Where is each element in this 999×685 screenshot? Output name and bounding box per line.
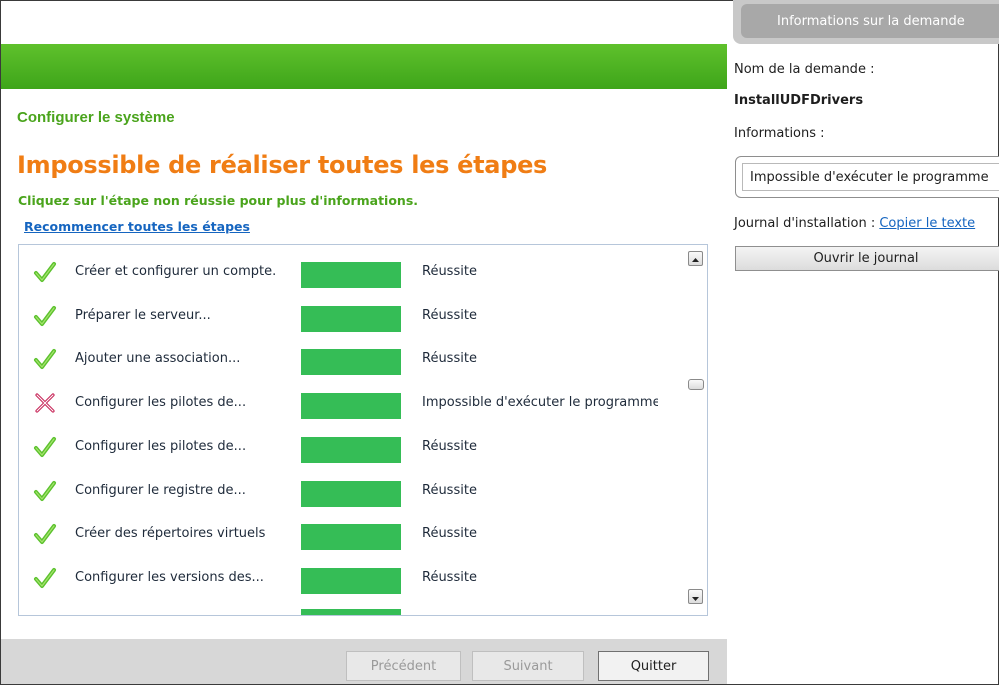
steps-list[interactable]: Créer et configurer un compte. Réussite Pr… — [18, 244, 708, 616]
step-status: Réussite — [422, 482, 477, 498]
step-status: Réussite — [422, 307, 477, 323]
success-check-icon — [33, 522, 57, 546]
step-name: Configurer les pilotes de... — [75, 395, 247, 411]
step-row[interactable]: Ajouter une association... Réussite — [19, 337, 683, 381]
error-heading: Impossible de réaliser toutes les étapes — [17, 151, 548, 179]
previous-button[interactable]: Précédent — [346, 651, 461, 681]
step-row[interactable]: Préparer le serveur... Réussite — [19, 294, 683, 338]
arrow-up-icon — [692, 258, 699, 262]
step-status: Réussite — [422, 569, 477, 585]
step-progress-bar — [301, 393, 401, 420]
step-status: Réussite — [422, 351, 477, 367]
step-row[interactable]: Créer et configurer un compte. Réussite — [19, 250, 683, 294]
info-field[interactable]: Impossible d'exécuter le programme — [735, 156, 999, 198]
install-log-label: Journal d'installation : — [734, 216, 876, 231]
vertical-scrollbar[interactable] — [685, 245, 707, 615]
step-progress-bar — [301, 349, 401, 376]
step-progress-bar — [301, 524, 401, 551]
scroll-thumb[interactable] — [688, 379, 704, 390]
step-name: Configurer les versions des... — [75, 569, 264, 585]
step-name: Créer et configurer un compte. — [75, 264, 277, 279]
copy-text-link[interactable]: Copier le texte — [879, 216, 975, 231]
step-row[interactable]: Configurer le registre de... Réussite — [19, 469, 683, 513]
step-progress-bar — [301, 262, 401, 288]
success-check-icon — [33, 435, 57, 459]
quit-button[interactable]: Quitter — [598, 651, 709, 681]
step-status: Réussite — [422, 264, 477, 279]
success-check-icon — [33, 260, 57, 284]
step-row[interactable]: Configurer les pilotes de... Réussite — [19, 425, 683, 469]
failure-x-icon — [33, 391, 57, 415]
step-name: Configurer le registre de... — [75, 482, 246, 498]
step-progress-bar — [301, 609, 401, 615]
info-label: Informations : — [734, 126, 825, 141]
instruction-text: Cliquez sur l'étape non réussie pour plu… — [18, 193, 419, 208]
step-progress-bar — [301, 436, 401, 463]
success-check-icon — [33, 304, 57, 328]
step-status: Réussite — [422, 526, 477, 542]
step-status: Impossible d'exécuter le programme — [422, 395, 658, 411]
step-progress-bar — [301, 480, 401, 507]
success-check-icon — [33, 347, 57, 371]
success-check-icon — [33, 566, 57, 590]
section-title: Configurer le système — [17, 109, 175, 126]
restart-all-steps-link[interactable]: Recommencer toutes les étapes — [18, 219, 256, 234]
install-log-row: Journal d'installation : Copier le texte — [734, 216, 975, 231]
step-progress-bar — [301, 305, 401, 332]
step-status: Réussite — [422, 438, 477, 454]
step-row[interactable]: Configurer les pilotes de... Impossible d… — [19, 381, 683, 425]
arrow-down-icon — [692, 597, 699, 601]
request-name-value: InstallUDFDrivers — [734, 93, 864, 108]
header-banner — [1, 44, 727, 89]
info-value: Impossible d'exécuter le programme — [742, 163, 999, 191]
partial-step-row — [19, 597, 683, 615]
step-name: Ajouter une association... — [75, 351, 241, 367]
step-name: Préparer le serveur... — [75, 307, 211, 323]
scroll-up-button[interactable] — [688, 251, 703, 266]
success-check-icon — [33, 479, 57, 503]
step-progress-bar — [301, 567, 401, 594]
scroll-down-button[interactable] — [688, 589, 703, 604]
tab-request-info[interactable]: Informations sur la demande — [741, 4, 999, 38]
step-name: Créer des répertoires virtuels — [75, 526, 266, 542]
open-log-button[interactable]: Ouvrir le journal — [735, 246, 999, 271]
step-row[interactable]: Créer des répertoires virtuels Réussite — [19, 512, 683, 556]
step-row[interactable]: Configurer les versions des... Réussite — [19, 556, 683, 600]
step-name: Configurer les pilotes de... — [75, 438, 247, 454]
request-name-label: Nom de la demande : — [734, 62, 875, 77]
next-button[interactable]: Suivant — [472, 651, 584, 681]
